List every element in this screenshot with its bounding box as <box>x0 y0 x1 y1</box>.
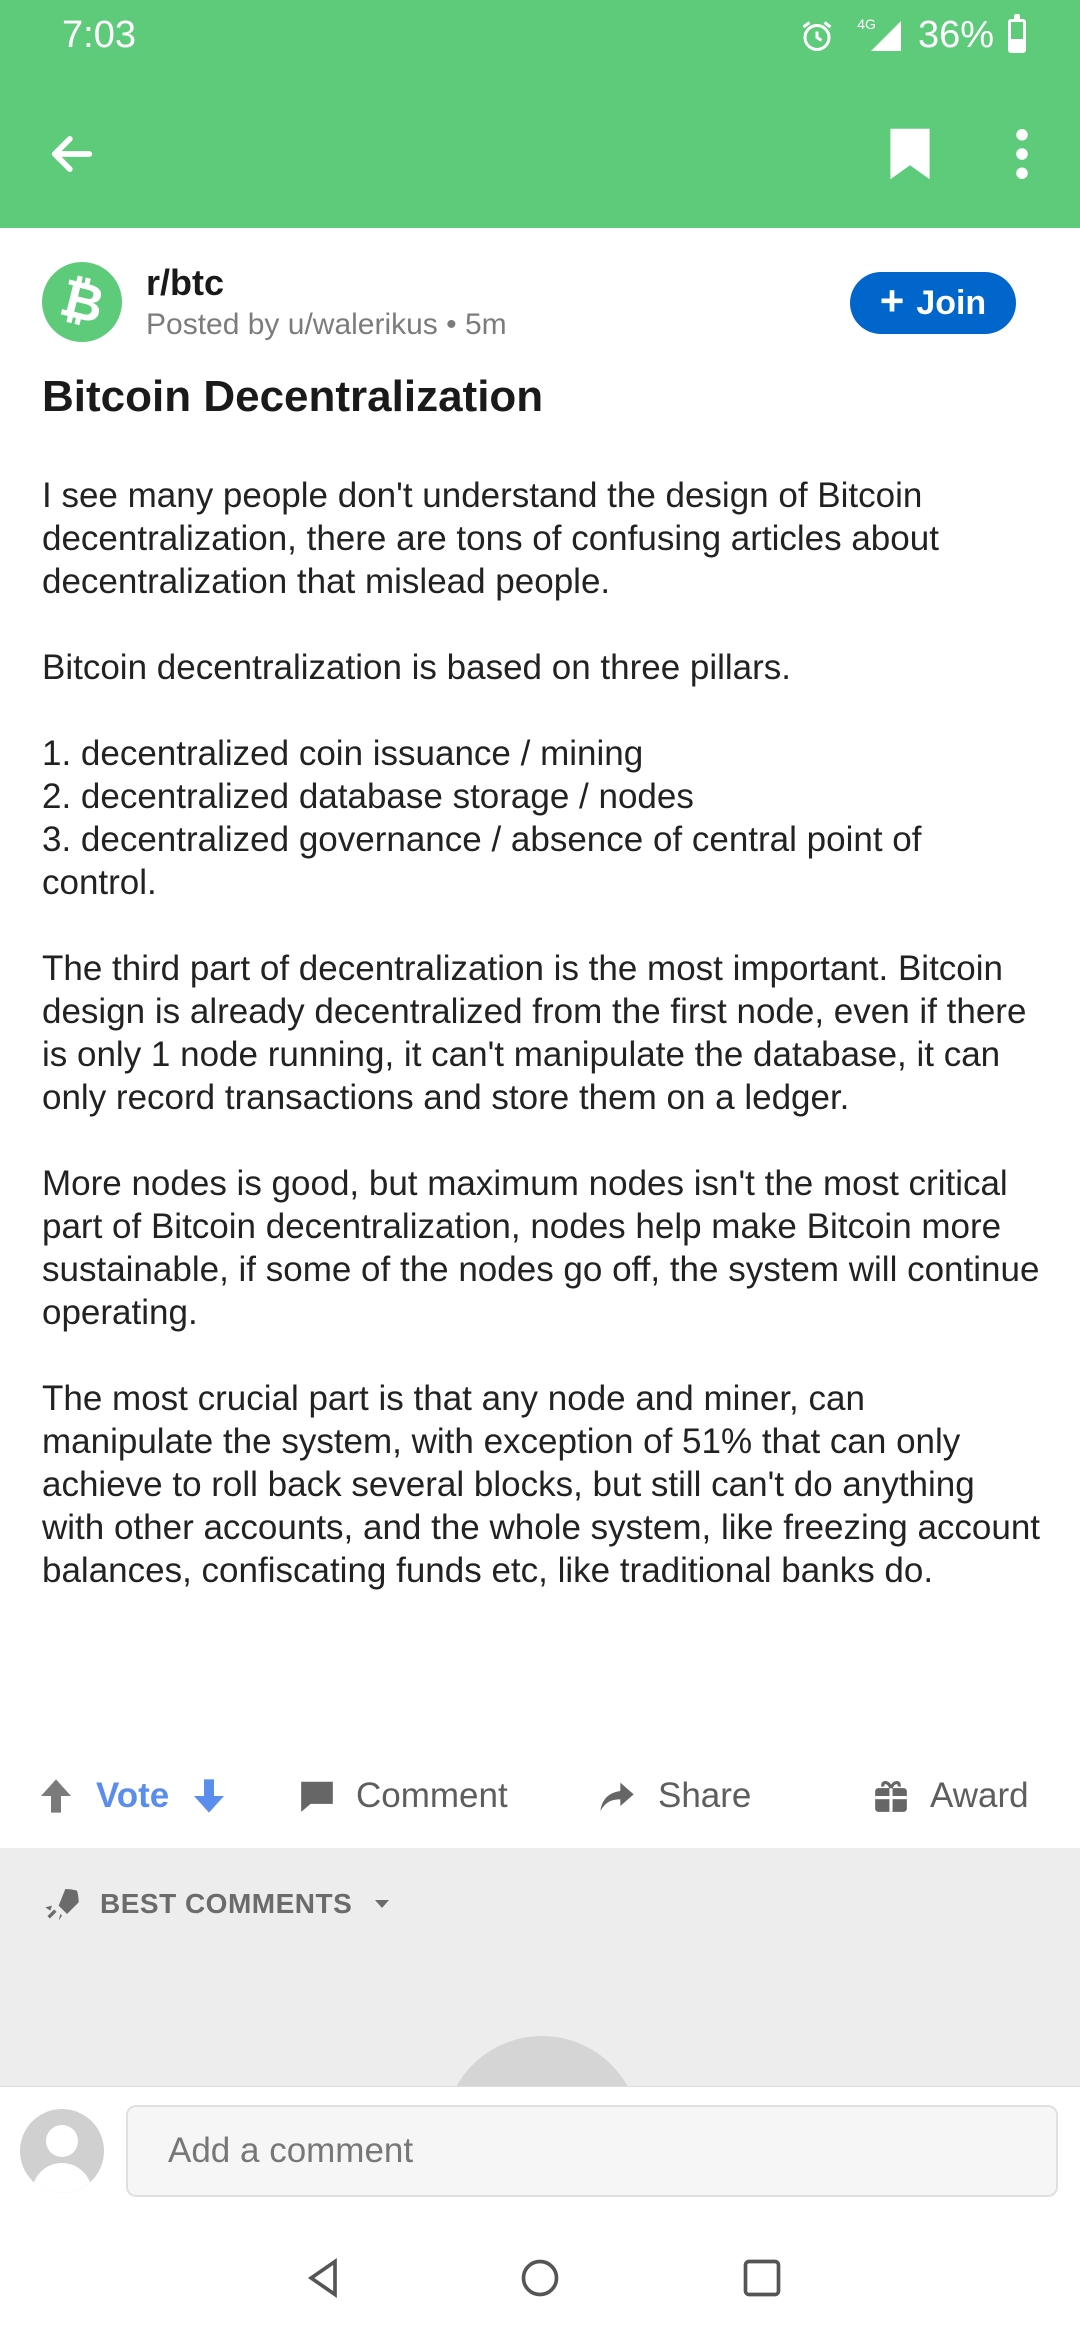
back-button[interactable] <box>36 118 108 190</box>
vote-label: Vote <box>96 1776 170 1815</box>
post-paragraph: Bitcoin decentralization is based on thr… <box>42 648 792 687</box>
nav-recents-icon <box>743 2259 781 2297</box>
avatar-head <box>46 2125 78 2157</box>
network-label: 4G <box>857 15 876 32</box>
comment-icon <box>301 1781 333 1812</box>
nav-back-icon <box>307 2258 337 2298</box>
top-header: 7:03 4G 36% <box>0 0 1080 228</box>
downvote-icon[interactable] <box>189 1776 229 1816</box>
post-title: Bitcoin Decentralization <box>42 372 544 421</box>
comment-sort-dropdown[interactable]: BEST COMMENTS <box>42 1884 394 1924</box>
plus-icon: + <box>879 277 905 324</box>
alarm-icon <box>802 20 832 51</box>
arrow-left-icon <box>51 136 93 172</box>
share-icon <box>600 1782 634 1811</box>
bitcoin-icon: ₿ <box>54 268 110 336</box>
nav-back-button[interactable] <box>296 2250 352 2306</box>
comment-composer: Add a comment <box>0 2086 1080 2214</box>
battery-icon <box>1008 13 1026 53</box>
post-paragraph: The most crucial part is that any node a… <box>42 1379 1041 1590</box>
post-actions: Vote Comment Share Award <box>0 1760 1080 1850</box>
comment-label: Comment <box>356 1776 508 1815</box>
battery-fill <box>1011 39 1023 50</box>
comment-sort-label: BEST COMMENTS <box>100 1888 353 1919</box>
upvote-icon[interactable] <box>36 1776 76 1816</box>
battery-percent: 36% <box>917 14 994 56</box>
nav-home-button[interactable] <box>512 2250 568 2306</box>
subreddit-avatar[interactable]: ₿ <box>42 262 122 342</box>
caret-down-icon <box>375 1900 390 1908</box>
status-icons: 4G 36% <box>799 13 1026 57</box>
award-label: Award <box>930 1776 1029 1815</box>
avatar-shoulders <box>32 2163 92 2193</box>
post-paragraph: The third part of decentralization is th… <box>42 949 1027 1117</box>
more-vertical-icon <box>1016 129 1028 179</box>
system-nav-bar <box>0 2214 1080 2340</box>
post-paragraph: I see many people don't understand the d… <box>42 476 939 601</box>
app-bar <box>0 80 1080 228</box>
award-button[interactable]: Award <box>872 1776 1029 1816</box>
subreddit-name[interactable]: r/btc <box>146 262 224 304</box>
post-body: I see many people don't understand the d… <box>42 474 1042 1635</box>
status-time: 7:03 <box>62 14 136 56</box>
nav-home-icon <box>521 2259 559 2297</box>
status-bar: 7:03 4G 36% <box>0 0 1080 80</box>
post-paragraph: More nodes is good, but maximum nodes is… <box>42 1164 1040 1332</box>
post-paragraph: 1. decentralized coin issuance / mining … <box>42 734 922 902</box>
user-avatar[interactable] <box>20 2109 104 2193</box>
comment-input[interactable]: Add a comment <box>126 2105 1058 2197</box>
more-options-button[interactable] <box>1000 118 1044 190</box>
bookmark-button[interactable] <box>878 118 942 190</box>
comment-button[interactable]: Comment <box>298 1776 508 1816</box>
post-byline: Posted by u/walerikus • 5m <box>146 308 507 341</box>
vote-group: Vote <box>36 1776 229 1816</box>
nav-recents-button[interactable] <box>734 2250 790 2306</box>
rocket-icon <box>45 1889 79 1921</box>
share-label: Share <box>658 1776 752 1815</box>
signal-group: 4G <box>849 15 904 54</box>
join-label: Join <box>916 283 987 322</box>
join-button[interactable]: + Join <box>850 272 1016 334</box>
bookmark-icon <box>890 128 930 180</box>
gift-icon <box>875 1780 907 1812</box>
comments-section: BEST COMMENTS <box>0 1848 1080 2232</box>
share-button[interactable]: Share <box>596 1776 751 1816</box>
